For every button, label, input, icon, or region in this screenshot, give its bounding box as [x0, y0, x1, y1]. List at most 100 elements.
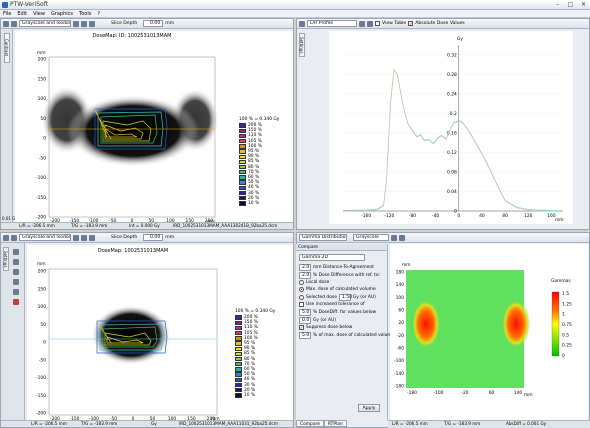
suppress-checkbox[interactable]: ✓: [299, 325, 304, 330]
analysis-type-select[interactable]: Gamma Distribution: [299, 234, 347, 241]
close-icon[interactable]: ✕: [579, 1, 588, 9]
y-tick-label: 0: [43, 136, 46, 142]
dta-input[interactable]: 2.0: [299, 264, 311, 271]
gamma-colorbar: [551, 291, 560, 357]
below-dose-input[interactable]: 0.0: [299, 317, 311, 324]
tab-compare[interactable]: Compare: [296, 420, 324, 427]
x-tick-label: -120: [384, 213, 394, 219]
dose-diff-label: % Dose Difference with ref. to:: [313, 273, 381, 278]
menu-help[interactable]: ?: [94, 10, 103, 18]
status-bar-bottom-right: L/R = -206.5 mm T/G = -183.9 mm AbsDiff …: [388, 420, 590, 428]
maximize-icon[interactable]: □: [566, 1, 575, 9]
max-dose-radio[interactable]: •: [299, 287, 304, 292]
menu-edit[interactable]: Edit: [14, 10, 30, 18]
tool-icon-3[interactable]: [13, 269, 19, 275]
status-bar-top-left: L/R = -206.5 mm T/G = -183.9 mm Int = 0.…: [1, 222, 293, 229]
y-tick-label: -60: [397, 346, 404, 352]
map-title-top: DoseMap: ID: 1002531013MAM: [93, 33, 172, 39]
profile-plot[interactable]: Gy mm 0.32 0.28 0.24 0.2 0.16 0.12 0.08 0.04 0 -…: [329, 31, 573, 224]
y-tick-label: -150: [36, 195, 46, 201]
apply-button[interactable]: Apply: [358, 404, 380, 412]
pan-icon[interactable]: [89, 234, 95, 241]
y-tick-label: 100: [396, 295, 405, 301]
dose-map-plot-bottom[interactable]: DoseMap: 1002531013MAM mm mm 200 150 100 50…: [27, 245, 293, 422]
print-icon[interactable]: [299, 20, 305, 27]
isodose-settings-icon[interactable]: [73, 20, 79, 27]
dose-diff-input[interactable]: 2.0: [299, 272, 311, 279]
local-dose-radio[interactable]: [299, 280, 304, 285]
isodose-settings-icon[interactable]: [73, 234, 79, 241]
save-icon[interactable]: [11, 20, 17, 27]
tool-icon-6[interactable]: [13, 299, 19, 305]
slice-depth-unit: mm: [165, 235, 175, 240]
open-icon[interactable]: [3, 234, 9, 241]
gamma-plot[interactable]: mm mm 180 140 100 60 20 -20 -60 -100 -140 -180 -1…: [390, 244, 588, 420]
x-tick-label: -40: [432, 213, 439, 219]
legend-swatch: [239, 185, 246, 191]
tool-icon-5[interactable]: [13, 289, 19, 295]
tool-icon-1[interactable]: [13, 249, 19, 255]
title-bar: PTW-VeriSoft – □ ✕: [0, 0, 590, 10]
slice-depth-input[interactable]: 0.00: [143, 20, 164, 27]
y-tick-label: 150: [38, 76, 47, 82]
gamma-method-select[interactable]: Gamma 2D: [299, 254, 365, 261]
save-icon[interactable]: [11, 234, 17, 241]
display-mode-select[interactable]: Grayscale and Isodoses: [19, 20, 71, 27]
status-tg: T/G = -183.9 mm: [81, 421, 118, 426]
profile-type-select[interactable]: L/R Profile: [307, 20, 357, 27]
selected-dose-input[interactable]: 1.50: [338, 294, 352, 301]
tool-icon-4[interactable]: [13, 279, 19, 285]
y-tick-label: -20: [397, 333, 404, 339]
map-title-bottom: DoseMap: 1002531013MAM: [98, 248, 168, 254]
profile-svg: Gy mm 0.320.280.240.20.160.120.080.040 -…: [342, 36, 564, 223]
pan-icon[interactable]: [89, 20, 95, 27]
zoom-icon[interactable]: [81, 234, 87, 241]
dose-map-panel-bottom: Grayscale and Isodoses Slice Depth 0.00 …: [0, 232, 294, 428]
y-tick-label: -200: [36, 215, 46, 221]
tolerance-label: Use increased tolerance of: [306, 302, 365, 307]
tool-icon-2[interactable]: [13, 259, 19, 265]
status-lr: L/R = -206.5 mm: [392, 421, 428, 426]
menu-view[interactable]: View: [30, 10, 48, 18]
slice-depth-input[interactable]: 0.00: [143, 234, 164, 241]
zoom-icon[interactable]: [391, 234, 397, 241]
status-value: Gy: [151, 421, 157, 426]
minimize-icon[interactable]: –: [553, 1, 562, 9]
legend-label: 10 %: [248, 200, 260, 206]
dose-map-plot-top[interactable]: DoseMap: ID: 1002531013MAM mm mm 2001501…: [15, 31, 293, 225]
legend-swatch: [239, 175, 246, 180]
menu-graphics[interactable]: Graphics: [48, 10, 76, 18]
tab-rtplan[interactable]: RTPlan: [323, 420, 347, 427]
gamma-x-unit: mm: [524, 393, 533, 398]
tab-settings-bottom[interactable]: Settings: [3, 247, 9, 271]
slice-depth-unit: mm: [165, 21, 175, 26]
profile-toolbar: L/R Profile View Table ✓ Absolute Dose V…: [297, 19, 589, 29]
tab-contrast[interactable]: Contrast: [4, 33, 10, 63]
export-icon[interactable]: [367, 20, 373, 27]
gamma-hotspot-left: [412, 300, 440, 348]
display-mode-select[interactable]: Grayscale and Isodoses: [19, 234, 71, 241]
gamma-svg: mm mm 180 140 100 60 20 -20 -60 -100 -140 -180 -1…: [394, 263, 572, 398]
x-tick-label: 60: [489, 390, 495, 396]
colormap-select[interactable]: Grayscale: [353, 234, 389, 241]
view-table-checkbox[interactable]: [375, 21, 380, 26]
open-icon[interactable]: [3, 20, 9, 27]
absolute-dose-checkbox[interactable]: ✓: [408, 21, 414, 26]
menu-file[interactable]: File: [0, 10, 14, 18]
y-tick-label: -100: [394, 358, 404, 364]
tab-settings[interactable]: Settings: [299, 33, 305, 57]
y-tick-label: 0.08: [447, 169, 457, 175]
zoom-icon[interactable]: [359, 20, 365, 27]
y-tick-label: 140: [396, 282, 405, 288]
y-tick-label: 0: [43, 340, 46, 346]
suppress-input[interactable]: 5.0: [299, 332, 311, 339]
selected-dose-radio[interactable]: [299, 295, 304, 300]
zoom-icon[interactable]: [81, 20, 87, 27]
tolerance-input[interactable]: 5.0: [299, 309, 311, 316]
export-icon[interactable]: [399, 234, 405, 241]
y-tick-label: 150: [38, 286, 47, 292]
legend-swatch: [235, 320, 242, 325]
tolerance-checkbox[interactable]: [299, 302, 304, 307]
menu-tools[interactable]: Tools: [76, 10, 94, 18]
slice-depth-label: Slice Depth: [111, 235, 138, 240]
